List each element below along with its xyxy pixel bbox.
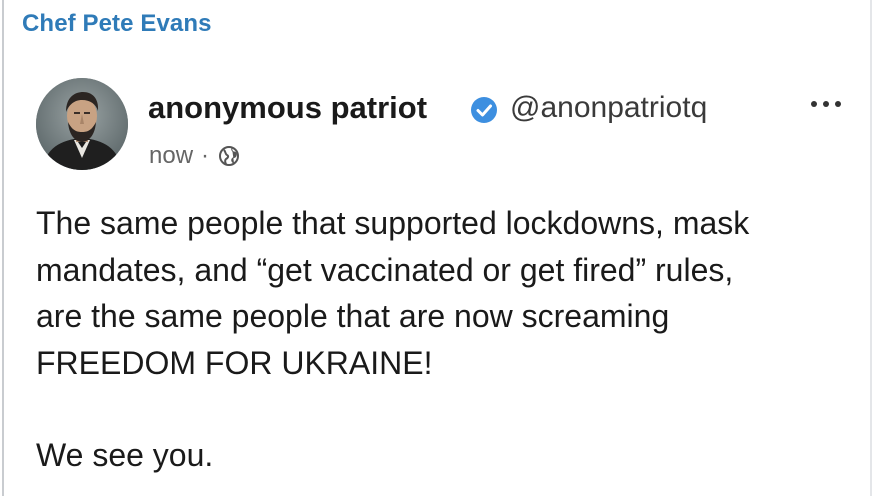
avatar-portrait [36, 78, 128, 170]
post-body-line: are the same people that are now screami… [36, 298, 670, 334]
author-avatar[interactable] [36, 78, 128, 170]
channel-name[interactable]: Chef Pete Evans [22, 10, 212, 38]
globe-icon [219, 146, 240, 166]
post-closing-line: We see you. [36, 437, 214, 473]
post-body: The same people that supported lockdowns… [36, 200, 856, 479]
telegram-message-frame: Chef Pete Evans anonymous patriot @anonp… [0, 0, 874, 496]
author-display-name[interactable]: anonymous patriot [148, 90, 427, 126]
post-body-line: The same people that supported lockdowns… [36, 205, 750, 241]
post-body-line: FREEDOM FOR UKRAINE! [36, 344, 433, 381]
meta-separator: · [201, 142, 210, 169]
quote-left-rule [2, 0, 4, 496]
post-meta-row: now · [149, 140, 241, 172]
post-timestamp[interactable]: now [149, 142, 193, 170]
verified-badge-icon [471, 97, 497, 123]
author-handle[interactable]: @anonpatriotq [510, 91, 707, 125]
more-options-icon[interactable] [808, 92, 844, 116]
frame-right-edge [870, 0, 872, 496]
post-body-line: mandates, and “get vaccinated or get fir… [36, 251, 734, 288]
